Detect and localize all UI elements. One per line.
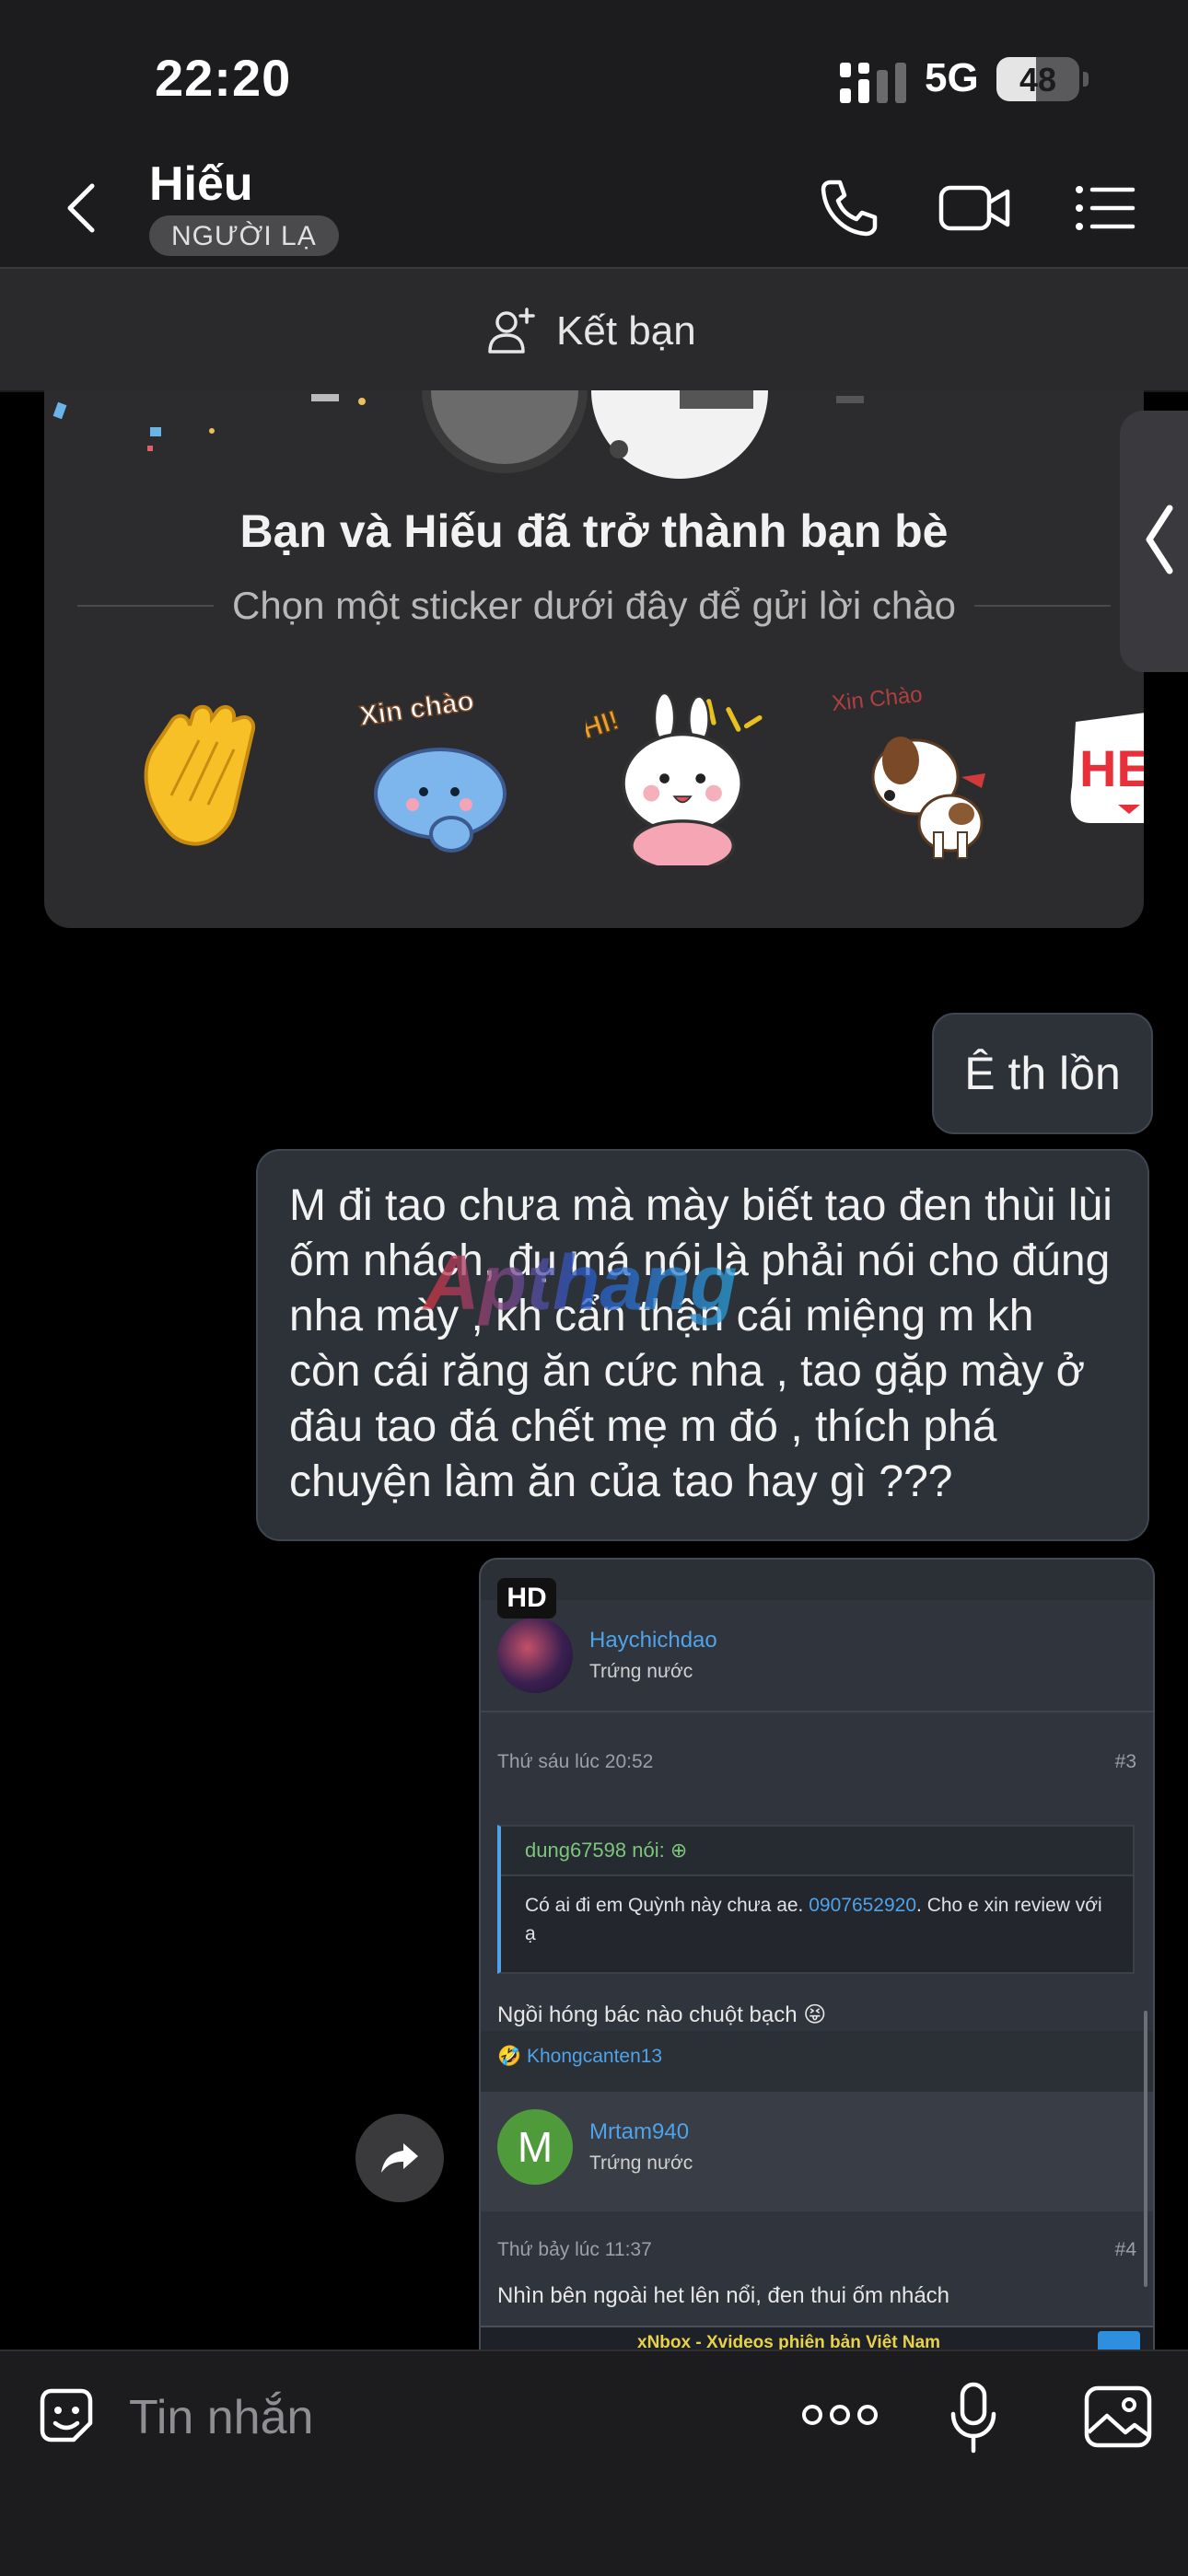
back-arrow-icon[interactable] (55, 180, 111, 236)
post-timestamp: Thứ sáu lúc 20:52 (497, 1751, 654, 1772)
quote-text-before: Có ai đi em Quỳnh này chưa ae. (525, 1895, 809, 1916)
post-user-rank: Trứng nước (589, 2152, 693, 2174)
friendship-title: Bạn và Hiếu đã trở thành bạn bè (239, 505, 949, 557)
hello-heart-sticker[interactable]: HE (1063, 685, 1144, 865)
sticker-text: Xin chào (357, 686, 475, 732)
message-bubble-outgoing[interactable]: Ê th lồn (932, 1013, 1153, 1134)
post-body: Ngồi hóng bác nào chuột bạch 😝 (497, 2002, 827, 2027)
post-user-row: Haychichdao Trứng nước (497, 1617, 717, 1694)
side-panel-tab[interactable] (1120, 411, 1188, 672)
battery-percent: 48 (1019, 61, 1057, 99)
menu-list-icon[interactable] (1072, 175, 1138, 241)
image-gallery-icon[interactable] (1083, 2385, 1153, 2449)
sticker-text: HE (1079, 739, 1144, 797)
image-scrollbar (1144, 2011, 1147, 2287)
more-options-icon[interactable] (801, 2392, 879, 2438)
post-timestamp: Thứ bảy lúc 11:37 (497, 2239, 652, 2260)
waving-hand-sticker[interactable] (116, 685, 297, 865)
hd-badge: HD (497, 1578, 556, 1619)
post-user-row: M Mrtam940 Trứng nước (497, 2108, 693, 2186)
battery-icon: 48 (996, 57, 1079, 101)
forum-post-3: Haychichdao Trứng nước Thứ sáu lúc 20:52… (481, 1600, 1153, 2067)
post-user-rank: Trứng nước (589, 1661, 693, 1682)
friend-greeting-card: Bạn và Hiếu đã trở thành bạn bè Chọn một… (44, 390, 1144, 928)
video-call-icon[interactable] (938, 175, 1011, 241)
stranger-badge: NGƯỜI LẠ (149, 215, 339, 256)
quote-text: Có ai đi em Quỳnh này chưa ae. 090765292… (525, 1891, 1109, 1948)
message-bubble-outgoing[interactable]: M đi tao chưa mà mày biết tao đen thùi l… (256, 1149, 1149, 1541)
cellular-signal-icon (840, 63, 906, 103)
confetti-and-avatars-decoration (52, 390, 864, 479)
quote-block: dung67598 nói: ⊕ Có ai đi em Quỳnh này c… (497, 1825, 1135, 1974)
sticker-text: HI! (586, 705, 623, 746)
add-user-icon (488, 307, 535, 354)
chat-header: Hiếu NGƯỜI LẠ (0, 147, 1188, 269)
add-friend-label: Kết bạn (556, 308, 696, 354)
contact-name[interactable]: Hiếu (149, 157, 253, 212)
status-bar: 22:20 5G 48 (0, 0, 1188, 147)
divider-line (77, 605, 215, 607)
post-reaction: 🤣 Khongcanten13 (497, 2046, 663, 2067)
shared-image-message[interactable]: HD Haychichdao Trứng nước Thứ sáu lúc 20… (479, 1558, 1155, 2353)
sticker-prompt: Chọn một sticker dưới đây để gửi lời chà… (77, 584, 1112, 628)
network-type: 5G (925, 55, 979, 100)
chevron-left-icon (1136, 503, 1182, 576)
quote-author: dung67598 nói: ⊕ (501, 1827, 1133, 1876)
divider (481, 1711, 1153, 1712)
divider-line (974, 605, 1112, 607)
add-friend-bar: Kết bạn (0, 269, 1188, 392)
post-header: M Mrtam940 Trứng nước (481, 2092, 1153, 2211)
post-number: #3 (1114, 1751, 1136, 1772)
message-input-bar (0, 2350, 1188, 2576)
battery-nub (1083, 72, 1089, 87)
post-username: Haychichdao (589, 1628, 717, 1653)
status-time: 22:20 (155, 49, 292, 107)
avatar (497, 1618, 573, 1693)
sticker-prompt-text: Chọn một sticker dưới đây để gửi lời chà… (232, 584, 956, 627)
microphone-icon[interactable] (949, 2381, 998, 2454)
quote-phone: 0907652920 (809, 1895, 917, 1916)
xin-chao-blue-sticker[interactable]: Xin chào (348, 685, 529, 865)
xin-chao-puppy-sticker[interactable]: Xin Chào (823, 685, 1004, 865)
phone-call-icon[interactable] (814, 175, 880, 241)
sticker-emoji-icon[interactable] (33, 2383, 99, 2449)
sticker-text: Xin Chào (831, 685, 924, 716)
forward-button[interactable] (355, 2114, 444, 2202)
post-username: Mrtam940 (589, 2119, 690, 2144)
add-friend-button[interactable]: Kết bạn (484, 302, 696, 361)
post-body: Nhìn bên ngoài het lên nổi, đen thui ốm … (497, 2283, 950, 2308)
hi-bunny-sticker[interactable]: HI! (586, 685, 766, 865)
message-input[interactable] (129, 2381, 681, 2454)
post-number: #4 (1114, 2239, 1136, 2260)
forward-arrow-icon (381, 2143, 418, 2173)
avatar: M (497, 2109, 573, 2185)
forum-post-4: M Mrtam940 Trứng nước Thứ bảy lúc 11:37 … (481, 2092, 1153, 2351)
